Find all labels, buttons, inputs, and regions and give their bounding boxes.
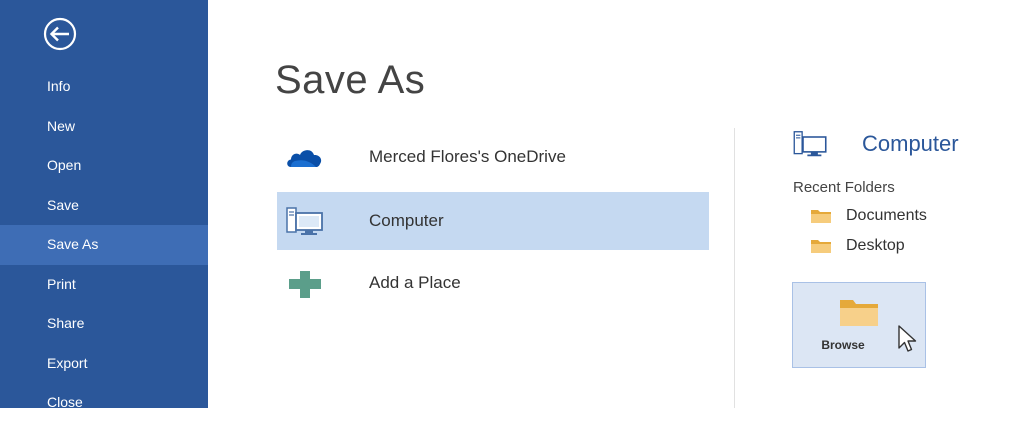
- place-label-onedrive: Merced Flores's OneDrive: [369, 147, 566, 166]
- browse-label: Browse: [821, 338, 865, 352]
- panel-divider: [734, 128, 735, 408]
- nav-item-share[interactable]: Share: [0, 304, 208, 344]
- place-label-add: Add a Place: [369, 273, 461, 292]
- place-onedrive[interactable]: Merced Flores's OneDrive: [277, 128, 709, 186]
- folder-icon: [840, 300, 878, 326]
- nav-item-close[interactable]: Close: [0, 383, 208, 423]
- computer-icon: [793, 131, 827, 157]
- folder-icon: [811, 210, 831, 223]
- nav-item-info[interactable]: Info: [0, 67, 208, 107]
- backstage-sidebar: Info New Open Save Save As Print Share E…: [0, 0, 208, 410]
- nav-item-save-as[interactable]: Save As: [0, 225, 208, 265]
- folder-label-documents: Documents: [846, 207, 927, 224]
- back-arrow-circle-icon[interactable]: [43, 17, 77, 51]
- folder-icon: [811, 240, 831, 253]
- mouse-pointer-icon: [898, 325, 917, 352]
- nav-item-print[interactable]: Print: [0, 265, 208, 305]
- add-plus-icon: [289, 271, 321, 298]
- computer-icon: [286, 207, 323, 235]
- nav-item-new[interactable]: New: [0, 107, 208, 147]
- place-add-a-place[interactable]: Add a Place: [277, 254, 709, 312]
- nav-item-open[interactable]: Open: [0, 146, 208, 186]
- recent-folders-label: Recent Folders: [793, 179, 895, 196]
- page-title: Save As: [275, 58, 426, 102]
- folder-label-desktop: Desktop: [846, 237, 905, 254]
- nav-item-save[interactable]: Save: [0, 186, 208, 226]
- onedrive-cloud-icon: [287, 150, 322, 167]
- place-label-computer: Computer: [369, 211, 444, 230]
- backstage-nav: Info New Open Save Save As Print Share E…: [0, 67, 208, 423]
- nav-item-export[interactable]: Export: [0, 344, 208, 384]
- detail-title: Computer: [862, 131, 959, 156]
- place-computer[interactable]: Computer: [277, 192, 709, 250]
